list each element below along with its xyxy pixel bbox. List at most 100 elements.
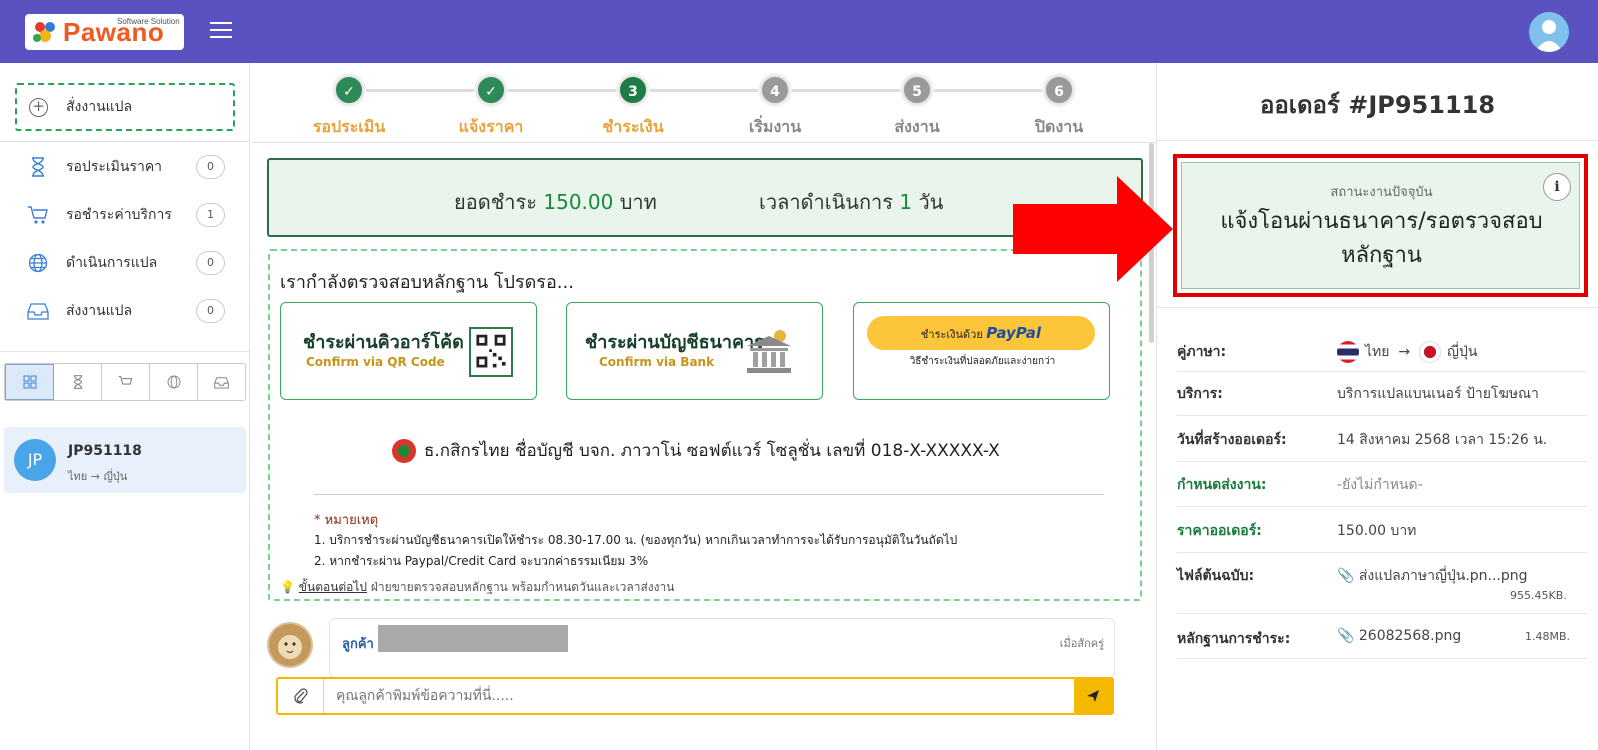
hamburger-menu-icon[interactable] [210, 22, 232, 40]
logo[interactable]: Software Solution Pawano [25, 14, 184, 50]
paypal-button[interactable]: ชำระเงินด้วย PayPal [867, 316, 1095, 350]
duration-value: 1 [899, 190, 913, 214]
hourglass-icon [26, 156, 50, 178]
globe-icon [26, 252, 50, 274]
progress-steps: ✓ รอประเมิน ✓ แจ้งราคา 3 ชำระเงิน 4 เริ่มงาน… [251, 63, 1156, 143]
row-value: 14 สิงหาคม 2568 เวลา 15:26 น. [1337, 432, 1548, 448]
order-list-item[interactable]: JP JP951118 ไทย → ญี่ปุ่น [4, 427, 246, 493]
divider [1177, 613, 1587, 614]
divider [1157, 140, 1598, 141]
step-2: ✓ แจ้งราคา [431, 75, 551, 140]
divider [1177, 658, 1587, 659]
sidebar-item-in-progress[interactable]: ดำเนินการแปล 0 [0, 239, 250, 287]
top-bar: Software Solution Pawano [0, 0, 1598, 63]
payment-proof-link[interactable]: 📎 26082568.png [1337, 628, 1461, 644]
paypal-subtitle: วิธีชำระเงินที่ปลอดภัยและง่ายกว่า [909, 356, 1056, 367]
main-content: ✓ รอประเมิน ✓ แจ้งราคา 3 ชำระเงิน 4 เริ่มงาน… [251, 63, 1156, 750]
cart-icon [26, 204, 50, 226]
logo-mark-icon [33, 22, 55, 42]
chat-message-input[interactable] [324, 679, 1074, 713]
step-label: ส่งงาน [894, 117, 940, 136]
paperclip-icon: 📎 [1337, 628, 1355, 644]
row-value: -ยังไม่กำหนด- [1337, 477, 1423, 493]
order-detail-panel: ออเดอร์ #JP951118 สถานะงานปัจจุบัน แจ้งโ… [1157, 63, 1598, 750]
filter-hourglass-icon[interactable] [54, 364, 102, 400]
status-highlight-frame: สถานะงานปัจจุบัน แจ้งโอนผ่านธนาคาร/รอตรว… [1173, 154, 1588, 297]
source-file-link[interactable]: 📎 ส่งแปลภาษาญี่ปุ่น.pn...png [1337, 565, 1528, 587]
qr-title: ชำระผ่านคิวอาร์โค้ด [303, 332, 464, 353]
pay-qr-button[interactable]: ชำระผ่านคิวอาร์โค้ด Confirm via QR Code [280, 302, 537, 400]
next-step-text: ฝ่ายขายตรวจสอบหลักฐาน พร้อมกำหนดวันและเว… [367, 580, 675, 594]
sidebar-item-waiting-payment[interactable]: รอชำระค่าบริการ 1 [0, 191, 250, 239]
bank-account-line: ธ.กสิกรไทย ชื่อบัญชี บจก. ภาวาโน่ ซอฟต์แ… [392, 437, 1000, 464]
paperclip-icon [293, 688, 308, 704]
pay-paypal-button[interactable]: ชำระเงินด้วย PayPal วิธีชำระเงินที่ปลอดภ… [853, 302, 1110, 400]
new-order-label: สั่งงานแปล [66, 99, 133, 115]
next-step-hint: 💡 ขั้นตอนต่อไป ฝ่ายขายตรวจสอบหลักฐาน พร้… [280, 578, 674, 597]
chat-message: ลูกค้า เมื่อสักครู่ [267, 618, 1143, 678]
filter-globe-icon[interactable] [150, 364, 198, 400]
red-arrow-icon [1013, 176, 1173, 282]
filter-inbox-icon[interactable] [198, 364, 245, 400]
step-5: 5 ส่งงาน [857, 75, 977, 140]
order-title: ออเดอร์ #JP951118 [1259, 91, 1496, 119]
bank-account-text: ธ.กสิกรไทย ชื่อบัญชี บจก. ภาวาโน่ ซอฟต์แ… [424, 441, 1000, 461]
info-icon[interactable]: i [1543, 173, 1571, 201]
check-icon: ✓ [476, 75, 506, 105]
sidebar-item-waiting-quote[interactable]: รอประเมินราคา 0 [0, 143, 250, 191]
amount-line: ยอดชำระ 150.00 บาท [454, 190, 657, 214]
order-id: JP951118 [68, 443, 142, 459]
divider [1157, 307, 1598, 308]
inbox-icon [26, 300, 50, 322]
row-label: บริการ: [1177, 386, 1223, 402]
paperclip-icon: 📎 [1337, 568, 1355, 584]
count-badge: 0 [196, 299, 225, 323]
user-avatar[interactable] [1529, 12, 1569, 52]
sidebar-item-label: ส่งงานแปล [66, 303, 133, 319]
row-value: บริการแปลแบนเนอร์ ป้ายโฆษณา [1337, 386, 1539, 402]
divider [0, 141, 250, 142]
row-label: ราคาออเดอร์: [1177, 523, 1262, 539]
qr-code-icon [469, 327, 513, 377]
step-label: ปิดงาน [1034, 117, 1084, 136]
step-label: แจ้งราคา [458, 117, 524, 136]
filter-all-grid-icon[interactable] [5, 364, 54, 400]
sidebar: + สั่งงานแปล รอประเมินราคา 0 รอชำระค่าบร… [0, 63, 250, 750]
kasikorn-bank-icon [392, 438, 416, 463]
step-label: ชำระเงิน [602, 117, 664, 136]
qr-subtitle: Confirm via QR Code [306, 355, 445, 369]
sidebar-item-label: รอชำระค่าบริการ [66, 207, 172, 223]
row-label: ไฟล์ต้นฉบับ: [1177, 568, 1255, 584]
chat-bubble: ลูกค้า เมื่อสักครู่ [329, 618, 1115, 678]
sidebar-item-label: ดำเนินการแปล [66, 255, 158, 271]
step-3: 3 ชำระเงิน [573, 75, 693, 140]
send-icon [1087, 690, 1099, 702]
sender-name: ลูกค้า [342, 637, 374, 652]
row-label: หลักฐานการชำระ: [1177, 631, 1291, 647]
thai-flag-icon [1337, 341, 1359, 363]
step-1: ✓ รอประเมิน [289, 75, 409, 140]
row-value: 150.00 บาท [1337, 523, 1417, 539]
send-button[interactable] [1074, 679, 1112, 713]
step-label: รอประเมิน [312, 117, 386, 136]
attach-button[interactable] [278, 679, 324, 713]
payment-summary: ยอดชำระ 150.00 บาท เวลาดำเนินการ 1 วัน [267, 158, 1143, 237]
duration-line: เวลาดำเนินการ 1 วัน [759, 190, 944, 214]
step-4: 4 เริ่มงาน [715, 75, 835, 140]
sidebar-item-delivered[interactable]: ส่งงานแปล 0 [0, 287, 250, 335]
divider [0, 351, 250, 352]
sidebar-item-label: รอประเมินราคา [66, 159, 163, 175]
order-language-pair: ไทย → ญี่ปุ่น [68, 470, 128, 483]
count-badge: 0 [196, 251, 225, 275]
plus-icon: + [29, 97, 48, 117]
pay-bank-button[interactable]: ชำระผ่านบัญชีธนาคาร Confirm via Bank [566, 302, 823, 400]
new-order-button[interactable]: + สั่งงานแปล [15, 83, 235, 131]
paypal-logo: PayPal [986, 324, 1042, 342]
status-box: สถานะงานปัจจุบัน แจ้งโอนผ่านธนาคาร/รอตรว… [1181, 162, 1580, 289]
redacted-name [378, 625, 568, 652]
japan-flag-icon [1419, 341, 1442, 363]
divider [1177, 506, 1587, 507]
next-step-link[interactable]: ขั้นตอนต่อไป [299, 580, 367, 594]
divider [1177, 415, 1587, 416]
filter-cart-icon[interactable] [102, 364, 150, 400]
